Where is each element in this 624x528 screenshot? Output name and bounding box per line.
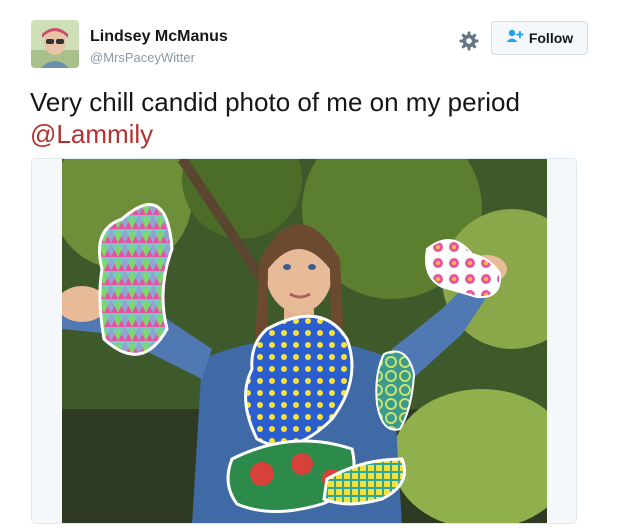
follow-label: Follow — [528, 30, 574, 46]
tweet-body: Very chill candid photo of me on my peri… — [30, 87, 520, 117]
tweet-mention-link[interactable]: @Lammily — [30, 119, 153, 149]
user-display-name[interactable]: Lindsey McManus — [90, 28, 228, 46]
follow-person-plus-icon — [506, 29, 524, 48]
tweet-media[interactable] — [31, 158, 577, 524]
user-handle[interactable]: @MrsPaceyWitter — [90, 50, 195, 65]
tweet-photo[interactable] — [62, 159, 547, 524]
tweet-text: Very chill candid photo of me on my peri… — [30, 86, 600, 150]
gear-icon[interactable] — [458, 30, 480, 52]
user-avatar[interactable] — [31, 20, 79, 68]
follow-button[interactable]: Follow — [491, 21, 588, 55]
